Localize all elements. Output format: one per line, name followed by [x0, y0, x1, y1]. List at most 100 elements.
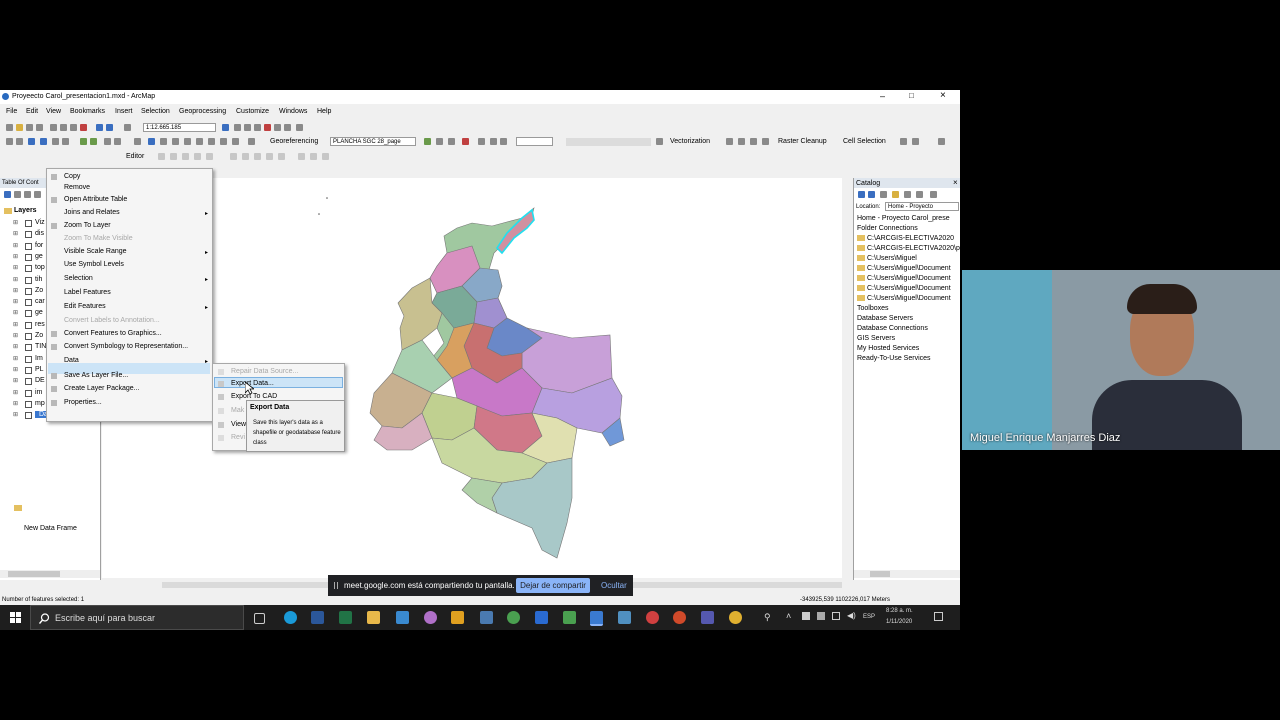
catalog-window-icon[interactable]	[244, 124, 251, 131]
menu-help[interactable]: Help	[317, 108, 331, 115]
menu-item-joins-and-relates[interactable]: Joins and Relates	[64, 209, 120, 216]
shift-icon[interactable]	[436, 138, 443, 145]
fixed-zoom-out-icon[interactable]	[62, 138, 69, 145]
volume-icon[interactable]: ◀)	[847, 611, 856, 620]
list-by-selection-icon[interactable]	[34, 191, 41, 198]
viewer-georef-icon[interactable]	[490, 138, 497, 145]
identify-icon[interactable]	[148, 138, 155, 145]
menu-item-selection[interactable]: Selection	[64, 275, 93, 282]
edit-annotation-icon[interactable]	[170, 153, 177, 160]
catalog-item[interactable]: Database Servers	[857, 315, 913, 322]
layer-name[interactable]: tih	[35, 276, 42, 283]
expand-icon[interactable]: ⊞	[13, 298, 18, 305]
menu-item-convert-features-to-graphics[interactable]: Convert Features to Graphics...	[64, 330, 162, 337]
clear-selection-icon[interactable]	[114, 138, 121, 145]
map-scale-combo[interactable]: 1:12.665.185	[143, 123, 216, 132]
time-slider-icon[interactable]	[232, 138, 239, 145]
edge-icon[interactable]	[284, 611, 297, 624]
connect-folder-icon[interactable]	[892, 191, 899, 198]
forward-icon[interactable]	[868, 191, 875, 198]
layer-visibility-checkbox[interactable]	[25, 333, 32, 340]
menu-insert[interactable]: Insert	[115, 108, 133, 115]
back-icon[interactable]	[858, 191, 865, 198]
find-route-icon[interactable]	[172, 138, 179, 145]
submenu-item-export-to-cad[interactable]: Export To CAD	[231, 393, 277, 400]
georeferencing-label[interactable]: Georeferencing	[270, 138, 318, 145]
expand-icon[interactable]: ⊞	[13, 321, 18, 328]
editor-toolbar-icon[interactable]	[222, 124, 229, 131]
chrome-icon-1[interactable]	[646, 611, 659, 624]
menu-customize[interactable]: Customize	[236, 108, 269, 115]
back-extent-icon[interactable]	[80, 138, 87, 145]
app-icon-6[interactable]	[563, 611, 576, 624]
layer-visibility-checkbox[interactable]	[25, 220, 32, 227]
magnifier-icon[interactable]	[500, 138, 507, 145]
copy-icon[interactable]	[60, 124, 67, 131]
submenu-item-view[interactable]: View	[231, 421, 246, 428]
full-extent-icon[interactable]	[40, 138, 47, 145]
submenu-item-mak[interactable]: Mak	[231, 407, 244, 414]
editor-menu[interactable]: Editor	[126, 153, 144, 160]
cut-polygons-icon[interactable]	[254, 153, 261, 160]
catalog-item[interactable]: GIS Servers	[857, 335, 895, 342]
layer-name[interactable]: dis	[35, 230, 44, 237]
layer-visibility-checkbox[interactable]	[25, 412, 32, 420]
hide-button[interactable]: Ocultar	[601, 581, 627, 590]
disconnect-folder-icon[interactable]	[904, 191, 911, 198]
attributes-icon[interactable]	[298, 153, 305, 160]
chrome-icon-2[interactable]	[729, 611, 742, 624]
cell-selection-label[interactable]: Cell Selection	[843, 138, 886, 145]
layer-name[interactable]: ge	[35, 309, 43, 316]
menu-view[interactable]: View	[46, 108, 61, 115]
close-icon[interactable]: ×	[940, 90, 946, 101]
menu-geoprocessing[interactable]: Geoprocessing	[179, 108, 226, 115]
modelbuilder-icon[interactable]	[284, 124, 291, 131]
catalog-scrollbar[interactable]	[854, 570, 960, 578]
layer-name[interactable]: for	[35, 242, 43, 249]
expand-icon[interactable]: ⊞	[13, 253, 18, 260]
catalog-item[interactable]: C:\ARCGIS-ELECTIVA2020\p	[857, 245, 960, 252]
menu-item-open-attribute-table[interactable]: Open Attribute Table	[64, 196, 127, 203]
layer-visibility-checkbox[interactable]	[25, 366, 32, 374]
arcmap-taskbar-icon[interactable]	[590, 611, 603, 626]
layer-name[interactable]: mp	[35, 400, 45, 407]
html-popup-icon[interactable]	[220, 138, 227, 145]
menu-item-visible-scale-range[interactable]: Visible Scale Range	[64, 248, 127, 255]
catalog-item[interactable]: Database Connections	[857, 325, 928, 332]
generate-features-icon[interactable]	[762, 138, 769, 145]
edit-tool-icon[interactable]	[158, 153, 165, 160]
pencil-icon[interactable]	[750, 138, 757, 145]
layer-visibility-checkbox[interactable]	[25, 265, 32, 273]
find-icon[interactable]	[160, 138, 167, 145]
layer-name[interactable]: res	[35, 321, 45, 328]
catalog-close-icon[interactable]: ×	[953, 178, 958, 187]
rotate-icon[interactable]	[424, 138, 431, 145]
layer-visibility-checkbox[interactable]	[25, 355, 32, 363]
powerpoint-icon[interactable]	[673, 611, 686, 624]
list-by-visibility-icon[interactable]	[24, 191, 31, 198]
georef-target-combo[interactable]	[516, 137, 553, 146]
menu-item-label-features[interactable]: Label Features	[64, 289, 111, 296]
layer-visibility-checkbox[interactable]	[25, 276, 32, 284]
catalog-scroll-thumb[interactable]	[870, 571, 890, 577]
map-vertical-scrollbar[interactable]	[842, 178, 850, 578]
redo-icon[interactable]	[106, 124, 113, 131]
file-explorer-icon[interactable]	[367, 611, 380, 624]
catalog-item[interactable]: C:\ARCGIS-ELECTIVA2020	[857, 235, 954, 242]
split-icon[interactable]	[266, 153, 273, 160]
expand-icon[interactable]: ⊞	[13, 276, 18, 283]
new-data-frame-label[interactable]: New Data Frame	[24, 525, 77, 532]
catalog-item[interactable]: Folder Connections	[857, 225, 918, 232]
catalog-item[interactable]: My Hosted Services	[857, 345, 919, 352]
layer-name[interactable]: car	[35, 298, 45, 305]
layer-visibility-checkbox[interactable]	[25, 400, 32, 408]
create-features-icon[interactable]	[322, 153, 329, 160]
toc-scrollbar[interactable]	[0, 570, 100, 578]
catalog-item[interactable]: C:\Users\Miguel\Document	[857, 295, 951, 302]
toc-window-icon[interactable]	[234, 124, 241, 131]
interactive-select-icon[interactable]	[912, 138, 919, 145]
submenu-item-repair-data-source[interactable]: Repair Data Source...	[231, 368, 298, 375]
excel-icon[interactable]	[339, 611, 352, 624]
sketch-properties-icon[interactable]	[310, 153, 317, 160]
layers-frame-label[interactable]: Layers	[14, 207, 37, 214]
